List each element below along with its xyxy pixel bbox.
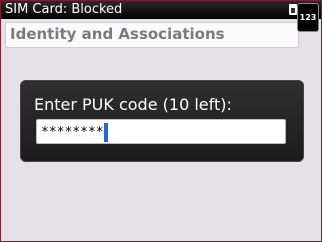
page-title-bar: Identity and Associations	[5, 22, 299, 48]
puk-dialog: Enter PUK code (10 left): ********	[20, 80, 304, 162]
input-mode-indicator: 123	[297, 3, 319, 32]
puk-prompt-label: Enter PUK code (10 left):	[34, 95, 232, 114]
page-title: Identity and Associations	[10, 25, 225, 43]
puk-masked-value: ********	[41, 125, 104, 140]
text-cursor	[103, 123, 108, 142]
status-title: SIM Card: Blocked	[5, 2, 123, 17]
puk-code-input[interactable]: ********	[36, 119, 286, 144]
sim-card-icon	[289, 4, 297, 15]
status-bar: SIM Card: Blocked	[1, 1, 321, 19]
